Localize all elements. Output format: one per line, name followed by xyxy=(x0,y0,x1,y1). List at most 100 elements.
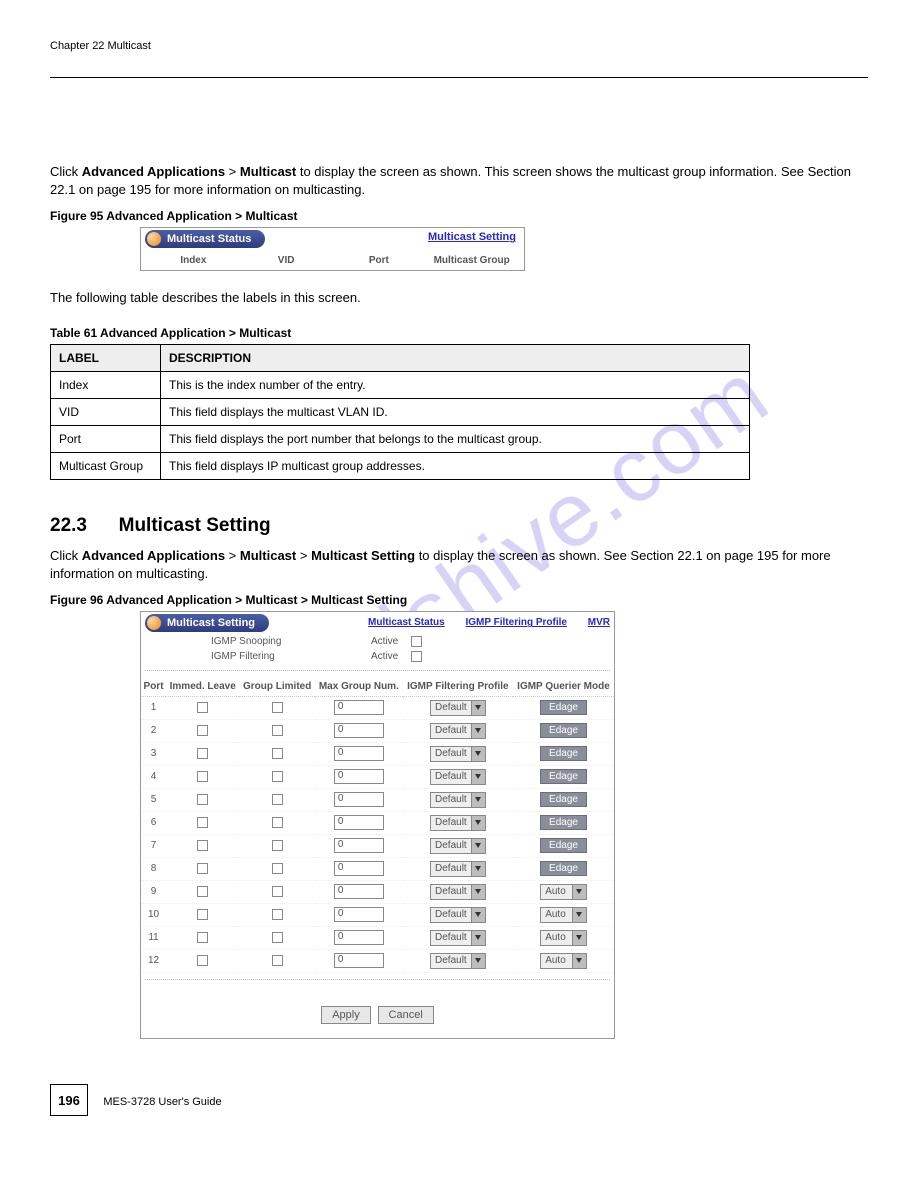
apply-button[interactable]: Apply xyxy=(321,1006,371,1024)
immed-leave-checkbox[interactable] xyxy=(197,955,208,966)
col-max-group-num: Max Group Num. xyxy=(315,677,403,697)
immed-leave-cell xyxy=(166,811,239,834)
group-limited-checkbox[interactable] xyxy=(272,863,283,874)
port-number: 9 xyxy=(141,880,166,903)
group-limited-checkbox[interactable] xyxy=(272,771,283,782)
cancel-button[interactable]: Cancel xyxy=(378,1006,434,1024)
filtering-profile-select[interactable]: Default xyxy=(430,953,486,969)
max-group-input[interactable]: 0 xyxy=(334,907,384,922)
cell-label: Index xyxy=(51,371,161,398)
col-immed-leave: Immed. Leave xyxy=(166,677,239,697)
filtering-profile-select[interactable]: Default xyxy=(430,815,486,831)
filtering-profile-select[interactable]: Default xyxy=(430,769,486,785)
max-group-input[interactable]: 0 xyxy=(334,861,384,876)
mvr-link[interactable]: MVR xyxy=(588,617,610,628)
querier-mode-auto-select[interactable]: Auto xyxy=(540,884,587,900)
max-group-input[interactable]: 0 xyxy=(334,700,384,715)
filtering-profile-cell: Default xyxy=(403,926,513,949)
querier-mode-edge-button[interactable]: Edage xyxy=(540,746,587,761)
col-multicast-group: Multicast Group xyxy=(425,255,518,266)
max-group-cell: 0 xyxy=(315,696,403,719)
group-limited-checkbox[interactable] xyxy=(272,955,283,966)
max-group-input[interactable]: 0 xyxy=(334,838,384,853)
querier-mode-edge-button[interactable]: Edage xyxy=(540,838,587,853)
intro-mid: > xyxy=(225,164,240,179)
querier-mode-auto-select[interactable]: Auto xyxy=(540,930,587,946)
group-limited-checkbox[interactable] xyxy=(272,817,283,828)
immed-leave-checkbox[interactable] xyxy=(197,909,208,920)
igmp-filtering-checkbox[interactable] xyxy=(411,651,422,662)
filtering-profile-select[interactable]: Default xyxy=(430,884,486,900)
filtering-profile-select[interactable]: Default xyxy=(430,838,486,854)
intro-bold2: Multicast xyxy=(240,164,296,179)
group-limited-checkbox[interactable] xyxy=(272,725,283,736)
col-index: Index xyxy=(147,255,240,266)
th-label: LABEL xyxy=(51,344,161,371)
active-label: Active xyxy=(371,651,411,662)
immed-leave-checkbox[interactable] xyxy=(197,932,208,943)
multicast-setting-link[interactable]: Multicast Setting xyxy=(428,231,516,243)
querier-mode-edge-button[interactable]: Edage xyxy=(540,723,587,738)
filtering-profile-cell: Default xyxy=(403,903,513,926)
group-limited-checkbox[interactable] xyxy=(272,748,283,759)
section-title: Multicast Setting xyxy=(119,515,271,536)
filtering-profile-select[interactable]: Default xyxy=(430,861,486,877)
pill-dot-icon xyxy=(147,232,161,246)
group-limited-checkbox[interactable] xyxy=(272,886,283,897)
max-group-input[interactable]: 0 xyxy=(334,723,384,738)
group-limited-checkbox[interactable] xyxy=(272,932,283,943)
max-group-input[interactable]: 0 xyxy=(334,884,384,899)
port-table-header: Port Immed. Leave Group Limited Max Grou… xyxy=(141,677,614,697)
group-limited-cell xyxy=(239,880,315,903)
igmp-filtering-profile-link[interactable]: IGMP Filtering Profile xyxy=(465,617,567,628)
querier-mode-edge-button[interactable]: Edage xyxy=(540,815,587,830)
querier-mode-edge-button[interactable]: Edage xyxy=(540,792,587,807)
filtering-profile-select[interactable]: Default xyxy=(430,700,486,716)
immed-leave-checkbox[interactable] xyxy=(197,702,208,713)
immed-leave-checkbox[interactable] xyxy=(197,771,208,782)
max-group-input[interactable]: 0 xyxy=(334,953,384,968)
page-number: 196 xyxy=(50,1084,88,1116)
chevron-down-icon xyxy=(471,862,485,876)
cell-desc: This is the index number of the entry. xyxy=(161,371,750,398)
th-description: DESCRIPTION xyxy=(161,344,750,371)
filtering-profile-select[interactable]: Default xyxy=(430,723,486,739)
group-limited-checkbox[interactable] xyxy=(272,794,283,805)
port-row: 60DefaultEdage xyxy=(141,811,614,834)
immed-leave-checkbox[interactable] xyxy=(197,863,208,874)
filtering-profile-select[interactable]: Default xyxy=(430,746,486,762)
figure-95: Multicast Status Multicast Setting Index… xyxy=(140,227,525,271)
querier-mode-auto-select[interactable]: Auto xyxy=(540,953,587,969)
group-limited-cell xyxy=(239,834,315,857)
group-limited-checkbox[interactable] xyxy=(272,840,283,851)
max-group-input[interactable]: 0 xyxy=(334,769,384,784)
chevron-down-icon xyxy=(471,724,485,738)
intro-paragraph: Click Advanced Applications > Multicast … xyxy=(50,163,868,199)
max-group-input[interactable]: 0 xyxy=(334,746,384,761)
immed-leave-checkbox[interactable] xyxy=(197,886,208,897)
filtering-profile-select[interactable]: Default xyxy=(430,930,486,946)
immed-leave-checkbox[interactable] xyxy=(197,794,208,805)
immed-leave-checkbox[interactable] xyxy=(197,725,208,736)
filtering-profile-select[interactable]: Default xyxy=(430,792,486,808)
multicast-status-link[interactable]: Multicast Status xyxy=(368,617,445,628)
immed-leave-checkbox[interactable] xyxy=(197,748,208,759)
querier-mode-auto-select[interactable]: Auto xyxy=(540,907,587,923)
filtering-profile-select[interactable]: Default xyxy=(430,907,486,923)
querier-mode-edge-button[interactable]: Edage xyxy=(540,700,587,715)
immed-leave-checkbox[interactable] xyxy=(197,840,208,851)
max-group-input[interactable]: 0 xyxy=(334,815,384,830)
querier-mode-cell: Edage xyxy=(513,696,614,719)
port-row: 70DefaultEdage xyxy=(141,834,614,857)
max-group-input[interactable]: 0 xyxy=(334,930,384,945)
max-group-input[interactable]: 0 xyxy=(334,792,384,807)
col-igmp-querier-mode: IGMP Querier Mode xyxy=(513,677,614,697)
group-limited-checkbox[interactable] xyxy=(272,702,283,713)
group-limited-checkbox[interactable] xyxy=(272,909,283,920)
immed-leave-checkbox[interactable] xyxy=(197,817,208,828)
port-row: 40DefaultEdage xyxy=(141,765,614,788)
querier-mode-edge-button[interactable]: Edage xyxy=(540,861,587,876)
port-row: 30DefaultEdage xyxy=(141,742,614,765)
querier-mode-edge-button[interactable]: Edage xyxy=(540,769,587,784)
igmp-snooping-checkbox[interactable] xyxy=(411,636,422,647)
